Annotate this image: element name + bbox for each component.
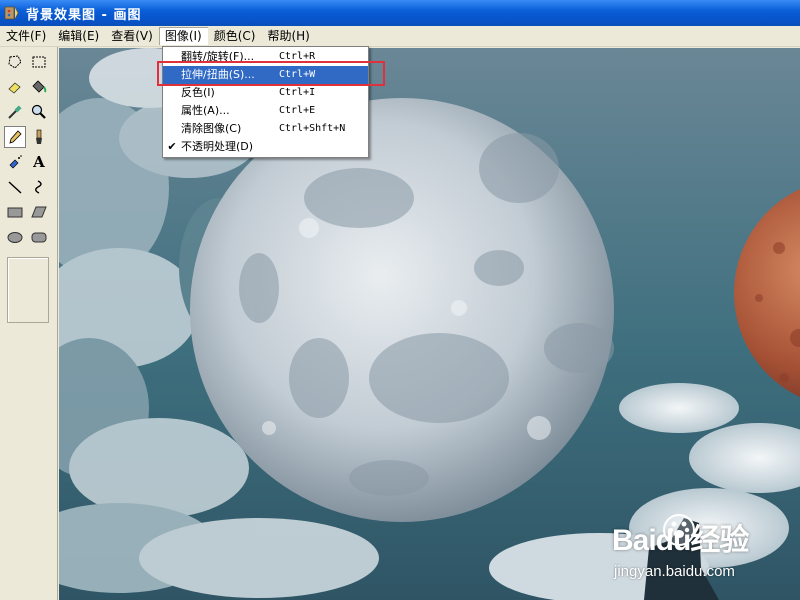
menu-option-shortcut: Ctrl+Shft+N — [279, 123, 346, 134]
menu-option-attributes[interactable]: 属性(A)... Ctrl+E — [163, 102, 368, 120]
eraser-tool[interactable] — [4, 76, 26, 98]
text-tool[interactable]: A — [28, 151, 50, 173]
pencil-tool[interactable] — [4, 126, 26, 148]
magnifier-icon — [31, 104, 46, 119]
title-bar: 背景效果图 - 画图 — [0, 0, 800, 26]
fill-bucket-icon — [32, 80, 47, 93]
brush-icon — [36, 129, 42, 144]
checkmark-icon: ✔ — [167, 140, 177, 153]
rectangle-icon — [7, 207, 23, 218]
menu-option-label: 属性(A)... — [181, 104, 230, 117]
line-icon — [8, 181, 22, 194]
rect-select-icon — [32, 56, 46, 68]
curve-icon — [35, 180, 42, 194]
menu-file[interactable]: 文件(F) — [0, 27, 52, 45]
menu-bar: 文件(F) 编辑(E) 查看(V) 图像(I) 颜色(C) 帮助(H) — [0, 26, 800, 47]
rectangle-tool[interactable] — [4, 201, 26, 223]
eraser-icon — [8, 82, 21, 94]
annotation-highlight-box — [157, 61, 385, 86]
menu-option-label: 清除图像(C) — [181, 122, 242, 135]
menu-check-slot — [163, 102, 181, 120]
menu-help[interactable]: 帮助(H) — [261, 27, 315, 45]
menu-option-shortcut: Ctrl+E — [279, 105, 316, 116]
magnifier-tool[interactable] — [28, 101, 50, 123]
free-select-tool[interactable] — [4, 51, 26, 73]
menu-check-slot — [163, 120, 181, 138]
menu-edit[interactable]: 编辑(E) — [52, 27, 105, 45]
menu-option-draw-opaque[interactable]: ✔ 不透明处理(D) — [163, 138, 368, 156]
polygon-tool[interactable] — [28, 201, 50, 223]
pencil-icon — [9, 130, 22, 144]
ellipse-icon — [7, 232, 23, 243]
text-icon: A — [33, 153, 45, 171]
menu-check-slot — [163, 84, 181, 102]
rounded-rect-tool[interactable] — [28, 226, 50, 248]
tool-options-panel[interactable] — [7, 257, 49, 323]
line-tool[interactable] — [4, 176, 26, 198]
menu-view[interactable]: 查看(V) — [105, 27, 159, 45]
menu-option-shortcut: Ctrl+I — [279, 87, 316, 98]
watermark-url: jingyan.baidu.com — [614, 563, 735, 580]
paint-app-icon — [4, 6, 19, 20]
airbrush-icon — [9, 155, 22, 169]
menu-option-invert-colors[interactable]: 反色(I) Ctrl+I — [163, 84, 368, 102]
eyedropper-tool[interactable] — [4, 101, 26, 123]
rect-select-tool[interactable] — [28, 51, 50, 73]
baidu-watermark: Baidu经验 jingyan.baidu.com — [612, 514, 749, 580]
free-select-icon — [8, 55, 22, 69]
toolbox: A — [0, 47, 58, 600]
curve-tool[interactable] — [28, 176, 50, 198]
airbrush-tool[interactable] — [4, 151, 26, 173]
menu-image[interactable]: 图像(I) — [158, 27, 208, 45]
baidu-paw-icon — [663, 514, 695, 546]
polygon-icon — [31, 206, 47, 218]
ellipse-tool[interactable] — [4, 226, 26, 248]
menu-colors[interactable]: 颜色(C) — [208, 27, 262, 45]
fill-tool[interactable] — [28, 76, 50, 98]
menu-option-label: 不透明处理(D) — [181, 140, 254, 153]
menu-option-clear-image[interactable]: 清除图像(C) Ctrl+Shft+N — [163, 120, 368, 138]
brush-tool[interactable] — [28, 126, 50, 148]
window-title: 背景效果图 - 画图 — [26, 7, 142, 23]
menu-option-label: 反色(I) — [181, 86, 215, 99]
rounded-rect-icon — [31, 232, 47, 243]
eyedropper-icon — [8, 105, 22, 119]
